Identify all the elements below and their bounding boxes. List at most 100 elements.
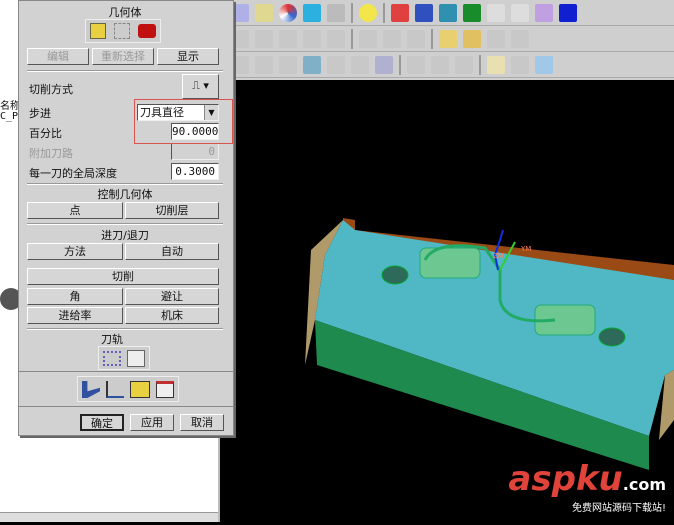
tool-icon[interactable]: [82, 381, 100, 398]
toolpath-icons: [98, 346, 150, 370]
apply-button[interactable]: 应用: [130, 414, 174, 431]
toolbar-row-3: [225, 52, 674, 78]
move-layer-icon[interactable]: [351, 55, 369, 74]
cutting-button[interactable]: 切削: [27, 268, 219, 285]
method-button[interactable]: 方法: [27, 243, 123, 260]
tree-row[interactable]: C_P: [0, 111, 18, 122]
ok-button[interactable]: 确定: [80, 414, 124, 431]
extra-passes-label: 附加刀路: [29, 147, 73, 160]
blank-geometry-icon[interactable]: [114, 23, 130, 39]
toolbar-row-1: [225, 0, 674, 26]
part-model: ZM YM: [305, 218, 674, 470]
table-icon[interactable]: [535, 55, 553, 74]
watermark-subtitle: 免费网站源码下载站!: [571, 503, 666, 514]
shaded-view-icon[interactable]: [255, 3, 273, 22]
method-icon[interactable]: [106, 381, 124, 398]
point-button[interactable]: 点: [27, 202, 123, 219]
offset-icon[interactable]: [303, 29, 321, 48]
cancel-button[interactable]: 取消: [180, 414, 224, 431]
layer-icon[interactable]: [327, 55, 345, 74]
curve-icon[interactable]: [511, 3, 529, 22]
follow-part-icon: ⎍ ▾: [192, 79, 209, 92]
global-depth-input[interactable]: 0.3000: [171, 163, 219, 180]
global-depth-label: 每一刀的全局深度: [29, 167, 117, 180]
machine-button[interactable]: 机床: [125, 307, 219, 324]
axis-label-y: YM: [520, 245, 531, 253]
dimension3-icon[interactable]: [455, 55, 473, 74]
horizontal-scrollbar[interactable]: [0, 512, 218, 522]
plane-icon[interactable]: [439, 3, 457, 22]
lower-panel: [0, 435, 220, 522]
angle-icon[interactable]: [463, 29, 481, 48]
bowl-icon[interactable]: [511, 29, 529, 48]
pocket: [419, 247, 481, 279]
spline-icon[interactable]: [383, 29, 401, 48]
check-geometry-icon[interactable]: [138, 24, 156, 38]
cut-method-dropdown[interactable]: ⎍ ▾: [182, 74, 219, 99]
green-square-icon[interactable]: [463, 3, 481, 22]
light-bulb-icon[interactable]: [359, 3, 377, 22]
highlight-box: [134, 99, 233, 144]
text-edit-icon[interactable]: [487, 55, 505, 74]
cavity-mill-dialog: 几何体 编辑 重新选择 显示 切削方式 ⎍ ▾ 步进 刀具直径 ▼ 百分比 90.…: [18, 0, 234, 436]
extra-passes-input[interactable]: 0: [171, 143, 219, 160]
graphics-viewport[interactable]: ZM YM: [225, 80, 674, 522]
cut-method-label: 切削方式: [29, 83, 73, 96]
separator: [479, 54, 481, 75]
feedrate-button[interactable]: 进给率: [27, 307, 123, 324]
view-icon[interactable]: [327, 3, 345, 22]
blue-square-icon[interactable]: [559, 3, 577, 22]
annotation-icon[interactable]: [511, 55, 529, 74]
dimension2-icon[interactable]: [431, 55, 449, 74]
separator: [351, 2, 353, 23]
nc-icon[interactable]: [415, 3, 433, 22]
sweep-icon[interactable]: [327, 29, 345, 48]
geometry-icon[interactable]: [130, 381, 150, 398]
reselect-button[interactable]: 重新选择: [92, 48, 154, 65]
pattern-icon[interactable]: [279, 55, 297, 74]
color-icon[interactable]: [279, 3, 297, 22]
dimension-icon[interactable]: [407, 55, 425, 74]
divider: [19, 371, 233, 372]
avoidance-button[interactable]: 避让: [125, 288, 219, 305]
separator: [351, 28, 353, 49]
program-icon[interactable]: [156, 381, 174, 398]
divider: [19, 406, 233, 407]
watermark-text: aspku: [508, 459, 623, 499]
separator: [399, 54, 401, 75]
action-icons: [77, 376, 179, 402]
percent-label: 百分比: [29, 127, 62, 140]
divider: [27, 70, 223, 72]
corner-button[interactable]: 角: [27, 288, 123, 305]
cube-icon[interactable]: [303, 3, 321, 22]
geometry-icons: [85, 19, 161, 43]
main-toolbar: [225, 0, 674, 80]
extrude-icon[interactable]: [255, 55, 273, 74]
document-icon[interactable]: [375, 55, 393, 74]
tree-header: 名称: [0, 101, 20, 112]
generate-icon[interactable]: [103, 351, 121, 366]
trim-icon[interactable]: [255, 29, 273, 48]
list-icon[interactable]: [127, 350, 145, 367]
bridge-icon[interactable]: [407, 29, 425, 48]
part-geometry-icon[interactable]: [90, 23, 106, 39]
separator: [431, 28, 433, 49]
divider: [27, 183, 223, 185]
point-icon[interactable]: [535, 3, 553, 22]
cut-levels-button[interactable]: 切削层: [125, 202, 219, 219]
ruler-icon[interactable]: [439, 29, 457, 48]
analyze-icon[interactable]: [359, 29, 377, 48]
edit-button[interactable]: 编辑: [27, 48, 89, 65]
surface-icon[interactable]: [487, 29, 505, 48]
control-geometry-title: 控制几何体: [97, 188, 153, 201]
automatic-button[interactable]: 自动: [125, 243, 219, 260]
tool-icon[interactable]: [303, 55, 321, 74]
axis-label-z: ZM: [493, 252, 504, 260]
red-cube-icon[interactable]: [391, 3, 409, 22]
hole: [598, 327, 626, 347]
hole: [381, 265, 409, 285]
axis-icon[interactable]: [487, 3, 505, 22]
display-button[interactable]: 显示: [157, 48, 219, 65]
separator: [383, 2, 385, 23]
blend-icon[interactable]: [279, 29, 297, 48]
